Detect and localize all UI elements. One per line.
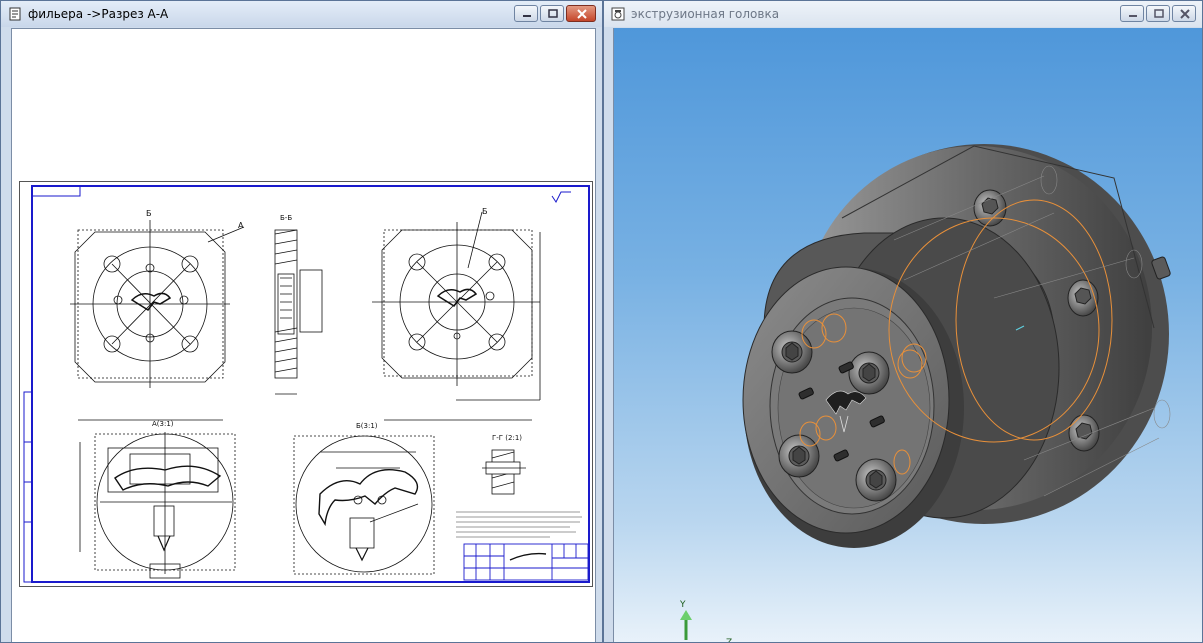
- drawing-window[interactable]: фильера ->Разрез А-А Б А Б-Б Б А(3:1) Б(…: [0, 0, 603, 643]
- camera-document-icon: [611, 7, 625, 21]
- close-button[interactable]: [1172, 5, 1196, 22]
- extrusion-head-3d-model: [680, 144, 1171, 640]
- view-label-a: А(3:1): [152, 420, 174, 428]
- close-button[interactable]: [566, 5, 596, 22]
- minimize-button[interactable]: [514, 5, 538, 22]
- drawing-canvas[interactable]: Б А Б-Б Б А(3:1) Б(3:1) Г-Г (2:1): [11, 28, 596, 642]
- drawing-window-titlebar[interactable]: фильера ->Разрез А-А: [1, 1, 602, 27]
- model-window-titlebar[interactable]: экструзионная головка: [604, 1, 1202, 27]
- section-label-gg: Г-Г (2:1): [492, 434, 522, 442]
- drawing-window-title: фильера ->Разрез А-А: [28, 7, 169, 21]
- document-icon: [9, 7, 21, 21]
- drawing-sheet[interactable]: Б А Б-Б Б А(3:1) Б(3:1) Г-Г (2:1): [19, 181, 593, 587]
- close-icon: [577, 9, 587, 19]
- detail-label-b: Б(3:1): [356, 422, 378, 430]
- model-window[interactable]: экструзионная головка Y Z: [603, 0, 1203, 643]
- close-icon: [1180, 9, 1190, 19]
- maximize-icon: [548, 9, 558, 18]
- model-viewport[interactable]: Y Z: [613, 28, 1202, 643]
- axis-z-label: Z: [726, 638, 733, 643]
- section-label-bb: Б-Б: [280, 214, 292, 222]
- minimize-icon: [1129, 15, 1137, 17]
- technical-drawing: Б А Б-Б Б А(3:1) Б(3:1) Г-Г (2:1): [23, 185, 590, 583]
- axis-y-label: Y: [680, 600, 686, 610]
- maximize-button[interactable]: [540, 5, 564, 22]
- view-label-b: Б: [482, 207, 488, 216]
- model-window-title: экструзионная головка: [631, 7, 780, 21]
- minimize-icon: [523, 15, 531, 17]
- restore-button[interactable]: [1146, 5, 1170, 22]
- cut-label-b: Б: [146, 209, 152, 218]
- maximize-icon: [1154, 9, 1164, 18]
- cut-label-a: А: [238, 221, 244, 230]
- minimize-button[interactable]: [1120, 5, 1144, 22]
